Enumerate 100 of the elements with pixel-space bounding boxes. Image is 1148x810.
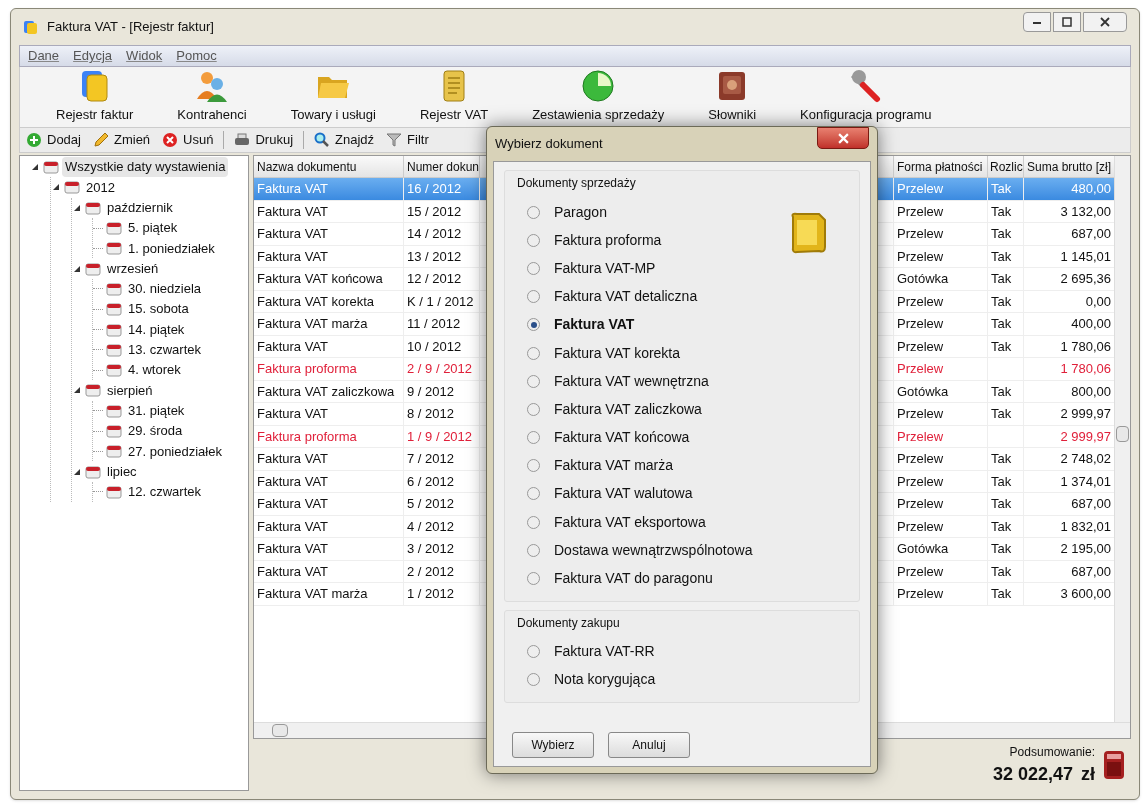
table-cell: Przelew xyxy=(894,313,988,335)
table-cell: Przelew xyxy=(894,178,988,200)
table-cell: 12 / 2012 xyxy=(404,268,480,290)
table-cell-text: 1 780,06 xyxy=(1059,360,1112,378)
table-cell-text: 2 695,36 xyxy=(1059,270,1112,288)
table-cell-text: Tak xyxy=(991,180,1012,198)
table-cell: Przelew xyxy=(894,583,988,605)
table-cell-text: 0,00 xyxy=(1084,292,1112,311)
table-cell-text: 1 832,01 xyxy=(1059,517,1112,536)
table-cell-text: Tak xyxy=(991,225,1012,243)
table-cell: 4 / 2012 xyxy=(404,515,480,537)
table-cell: Przelew xyxy=(894,290,988,312)
table-cell: Gotówka xyxy=(894,538,988,560)
table-cell: Faktura proforma xyxy=(254,425,404,447)
table-cell: Faktura VAT końcowa xyxy=(254,268,404,290)
dialog-title: Wybierz dokument xyxy=(495,135,603,154)
table-cell: 2 / 2012 xyxy=(404,560,480,582)
summary-label: Podsumowanie: xyxy=(1009,743,1095,761)
table-cell: Przelew xyxy=(894,515,988,537)
table-cell: Faktura VAT xyxy=(254,200,404,222)
table-cell-text: Tak xyxy=(991,540,1012,558)
table-cell-text: 687,00 xyxy=(1070,562,1112,581)
table-cell: 13 / 2012 xyxy=(404,245,480,267)
table-cell-text: Tak xyxy=(991,562,1012,581)
table-cell-text: Tak xyxy=(991,292,1012,311)
table-cell: Przelew xyxy=(894,448,988,470)
table-cell: Faktura proforma xyxy=(254,358,404,380)
table-cell: 6 / 2012 xyxy=(404,470,480,492)
table-cell: Przelew xyxy=(894,403,988,425)
table-cell-text: Tak xyxy=(991,585,1012,603)
table-cell-text: Tak xyxy=(991,405,1012,423)
table-cell: 8 / 2012 xyxy=(404,403,480,425)
group-title: Dokumenty sprzedaży xyxy=(516,175,637,192)
table-cell: Przelew xyxy=(894,470,988,492)
table-cell: Faktura VAT xyxy=(254,515,404,537)
group-title: Dokumenty zakupu xyxy=(516,614,621,632)
table-cell: Przelew xyxy=(894,560,988,582)
table-cell: 16 / 2012 xyxy=(404,178,480,200)
table-cell: Przelew xyxy=(894,335,988,357)
currency-label: zł xyxy=(1081,762,1095,786)
table-cell-text: Tak xyxy=(991,270,1012,288)
table-cell-text: 2 999,97 xyxy=(1059,427,1112,446)
table-cell-text: 2 195,00 xyxy=(1059,540,1112,558)
table-cell-text: Tak xyxy=(991,202,1012,221)
table-cell: Faktura VAT xyxy=(254,470,404,492)
table-cell: 3 / 2012 xyxy=(404,538,480,560)
table-cell-text: Tak xyxy=(991,472,1012,491)
table-cell: 15 / 2012 xyxy=(404,200,480,222)
table-cell-text: Tak xyxy=(991,247,1012,266)
table-cell: Faktura VAT xyxy=(254,403,404,425)
table-cell-text: 3 132,00 xyxy=(1059,202,1112,221)
table-cell: 5 / 2012 xyxy=(404,493,480,515)
table-cell-text: Tak xyxy=(991,450,1012,468)
table-cell-text: Tak xyxy=(991,382,1012,401)
table-cell-text: 687,00 xyxy=(1070,225,1112,243)
table-cell: Faktura VAT xyxy=(254,448,404,470)
table-cell: 9 / 2012 xyxy=(404,380,480,402)
table-cell: Faktura VAT marża xyxy=(254,313,404,335)
table-cell-text: 480,00 xyxy=(1070,180,1112,198)
table-cell: Faktura VAT xyxy=(254,493,404,515)
table-cell: Przelew xyxy=(894,493,988,515)
table-cell: 14 / 2012 xyxy=(404,223,480,245)
table-cell: Przelew xyxy=(894,200,988,222)
table-cell-text: 1 780,06 xyxy=(1059,337,1112,356)
table-cell: 1 / 9 / 2012 xyxy=(404,425,480,447)
table-cell: Przelew xyxy=(894,425,988,447)
table-cell-text: 400,00 xyxy=(1070,315,1112,333)
table-cell: Faktura VAT zaliczkowa xyxy=(254,380,404,402)
table-cell: 1 / 2012 xyxy=(404,583,480,605)
table-cell: Faktura VAT xyxy=(254,245,404,267)
table-cell: Gotówka xyxy=(894,380,988,402)
table-cell: Gotówka xyxy=(894,268,988,290)
table-cell: Faktura VAT xyxy=(254,335,404,357)
table-cell: Przelew xyxy=(894,223,988,245)
table-cell: Faktura VAT marża xyxy=(254,583,404,605)
window-title: Faktura VAT - [Rejestr faktur] xyxy=(47,18,214,37)
table-cell: 10 / 2012 xyxy=(404,335,480,357)
summary-value: 32 022,47 xyxy=(992,762,1073,786)
table-cell-text: Tak xyxy=(991,495,1012,513)
table-cell: Faktura VAT xyxy=(254,178,404,200)
table-cell: K / 1 / 2012 xyxy=(404,290,480,312)
table-cell-text: 3 600,00 xyxy=(1059,585,1112,603)
table-cell: Faktura VAT xyxy=(254,223,404,245)
table-cell: 7 / 2012 xyxy=(404,448,480,470)
table-cell-text: 2 748,02 xyxy=(1059,450,1112,468)
table-cell-text: 800,00 xyxy=(1070,382,1112,401)
table-cell: Faktura VAT xyxy=(254,560,404,582)
table-cell-text: Tak xyxy=(991,315,1012,333)
table-cell-text: 2 999,97 xyxy=(1059,405,1112,423)
table-cell: Przelew xyxy=(894,245,988,267)
table-cell: 2 / 9 / 2012 xyxy=(404,358,480,380)
table-cell-text: 1 145,01 xyxy=(1059,247,1112,266)
table-cell-text: 687,00 xyxy=(1070,495,1112,513)
table-cell: Przelew xyxy=(894,358,988,380)
table-cell-text: Tak xyxy=(991,517,1012,536)
table-cell: 11 / 2012 xyxy=(404,313,480,335)
table-cell: Faktura VAT korekta xyxy=(254,290,404,312)
table-cell: Faktura VAT xyxy=(254,538,404,560)
table-cell-text: Tak xyxy=(991,337,1012,356)
table-cell-text: 1 374,01 xyxy=(1059,472,1112,491)
